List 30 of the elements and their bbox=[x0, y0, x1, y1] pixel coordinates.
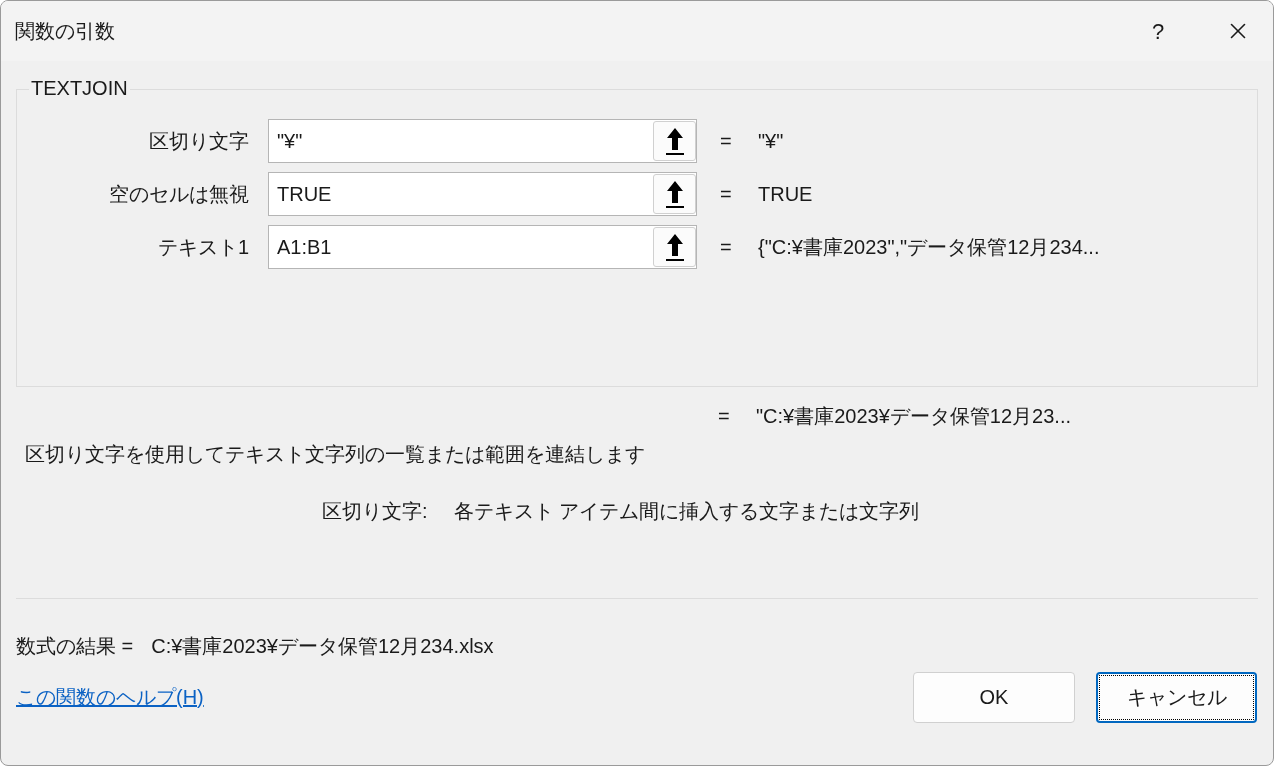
collapse-button[interactable] bbox=[653, 227, 696, 267]
equals-sign: = bbox=[720, 182, 733, 207]
argument-result: "¥" bbox=[758, 129, 784, 154]
function-result: "C:¥書庫2023¥データ保管12月23... bbox=[756, 404, 1071, 429]
upload-arrow-icon bbox=[664, 179, 685, 209]
equals-sign: = bbox=[720, 129, 733, 154]
equals-sign: = bbox=[718, 404, 731, 429]
argument-field[interactable]: TRUE bbox=[268, 172, 697, 216]
help-button[interactable]: ? bbox=[1135, 8, 1181, 54]
argument-help-label: 区切り文字: bbox=[322, 499, 428, 522]
argument-label: 空のセルは無視 bbox=[108, 182, 249, 207]
upload-arrow-icon bbox=[664, 126, 685, 156]
argument-field[interactable]: A1:B1 bbox=[268, 225, 697, 269]
equals-sign: = bbox=[720, 235, 733, 260]
collapse-button[interactable] bbox=[653, 174, 696, 214]
argument-result: TRUE bbox=[758, 182, 813, 207]
formula-result-value: C:¥書庫2023¥データ保管12月234.xlsx bbox=[151, 634, 494, 659]
window-title: 関数の引数 bbox=[15, 19, 116, 44]
argument-field[interactable]: "¥" bbox=[268, 119, 697, 163]
argument-label: テキスト1 bbox=[156, 235, 249, 260]
collapse-button[interactable] bbox=[653, 121, 696, 161]
function-description: 区切り文字を使用してテキスト文字列の一覧または範囲を連結します bbox=[25, 442, 645, 465]
argument-result: {"C:¥書庫2023","データ保管12月234... bbox=[758, 235, 1100, 260]
argument-label: 区切り文字 bbox=[148, 129, 249, 154]
argument-help-text: 各テキスト アイテム間に挿入する文字または文字列 bbox=[453, 499, 920, 522]
dialog-button[interactable]: OK bbox=[913, 671, 1075, 723]
upload-arrow-icon bbox=[664, 232, 685, 262]
help-link[interactable]: この関数のヘルプ(H) bbox=[16, 682, 892, 712]
dialog-button[interactable]: キャンセル bbox=[1096, 671, 1257, 723]
formula-result-label: 数式の結果 = bbox=[16, 634, 134, 659]
